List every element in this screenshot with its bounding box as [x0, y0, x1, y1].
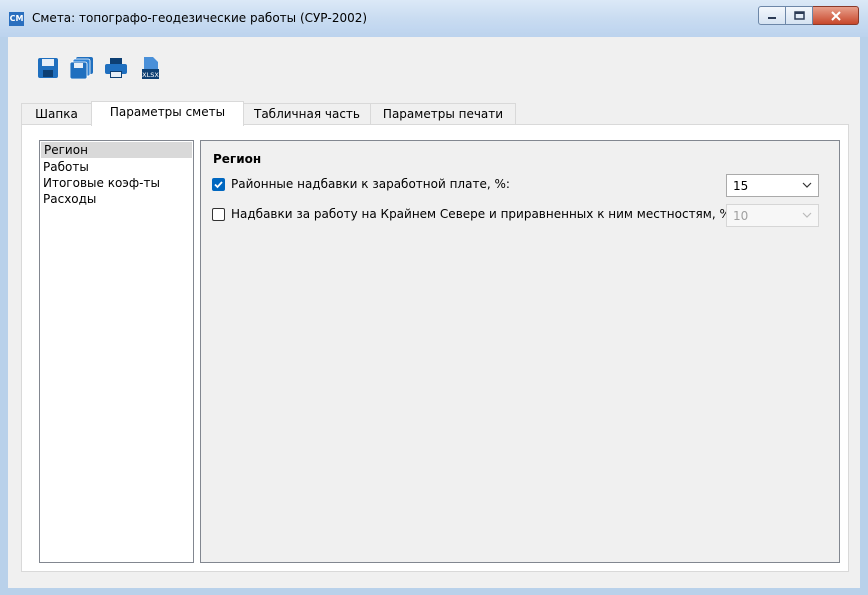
- list-item-expenses[interactable]: Расходы: [40, 191, 193, 207]
- app-icon: СМ: [9, 12, 24, 26]
- title-bar[interactable]: СМ Смета: топографо-геодезические работы…: [0, 0, 868, 37]
- region-panel: Регион Районные надбавки к заработной пл…: [200, 140, 840, 563]
- list-item-total-coefs[interactable]: Итоговые коэф-ты: [40, 175, 193, 191]
- export-xlsx-icon: XLSX: [142, 57, 159, 79]
- north-allowance-row: Надбавки за работу на Крайнем Севере и п…: [212, 204, 735, 224]
- app-window: СМ Смета: топографо-геодезические работы…: [0, 0, 868, 595]
- wage-allowance-value: 15: [733, 179, 749, 193]
- close-icon: [830, 10, 841, 21]
- export-xlsx-button[interactable]: XLSX: [138, 55, 162, 81]
- minimize-icon: [768, 16, 776, 19]
- tab-table-part[interactable]: Табличная часть: [243, 103, 371, 124]
- export-xlsx-label: XLSX: [142, 71, 159, 79]
- minimize-button[interactable]: [758, 6, 786, 25]
- print-button[interactable]: [104, 55, 128, 81]
- north-allowance-select[interactable]: 10: [726, 204, 819, 227]
- chevron-down-icon: [802, 182, 812, 188]
- window-controls: [758, 6, 859, 27]
- section-list: Регион Работы Итоговые коэф-ты Расходы: [39, 140, 194, 563]
- save-icon: [38, 58, 58, 78]
- tab-estimate-params[interactable]: Параметры сметы: [91, 101, 244, 126]
- print-icon: [105, 58, 127, 78]
- close-button[interactable]: [813, 6, 859, 25]
- north-allowance-label: Надбавки за работу на Крайнем Севере и п…: [231, 207, 735, 221]
- maximize-icon: [793, 11, 805, 20]
- list-item-works[interactable]: Работы: [40, 159, 193, 175]
- maximize-button[interactable]: [786, 6, 813, 25]
- tab-panel-estimate-params: Регион Работы Итоговые коэф-ты Расходы Р…: [21, 124, 849, 572]
- client-area: XLSX Шапка Параметры сметы Табличная час…: [8, 37, 860, 588]
- north-allowance-checkbox[interactable]: [212, 207, 225, 221]
- save-button[interactable]: [36, 55, 60, 81]
- save-all-icon: [70, 57, 93, 79]
- tab-header[interactable]: Шапка: [21, 103, 92, 124]
- wage-allowance-row: Районные надбавки к заработной плате, %:: [212, 174, 510, 194]
- north-allowance-value: 10: [733, 209, 749, 223]
- region-title: Регион: [213, 152, 262, 166]
- save-all-button[interactable]: [70, 55, 94, 81]
- chevron-down-icon: [802, 212, 812, 218]
- wage-allowance-label: Районные надбавки к заработной плате, %:: [231, 177, 510, 191]
- wage-allowance-select[interactable]: 15: [726, 174, 819, 197]
- list-item-region[interactable]: Регион: [41, 142, 192, 158]
- check-icon: [214, 180, 223, 188]
- window-title: Смета: топографо-геодезические работы (С…: [32, 11, 368, 25]
- wage-allowance-checkbox[interactable]: [212, 177, 225, 191]
- tab-print-params[interactable]: Параметры печати: [370, 103, 516, 124]
- toolbar: XLSX: [36, 55, 162, 85]
